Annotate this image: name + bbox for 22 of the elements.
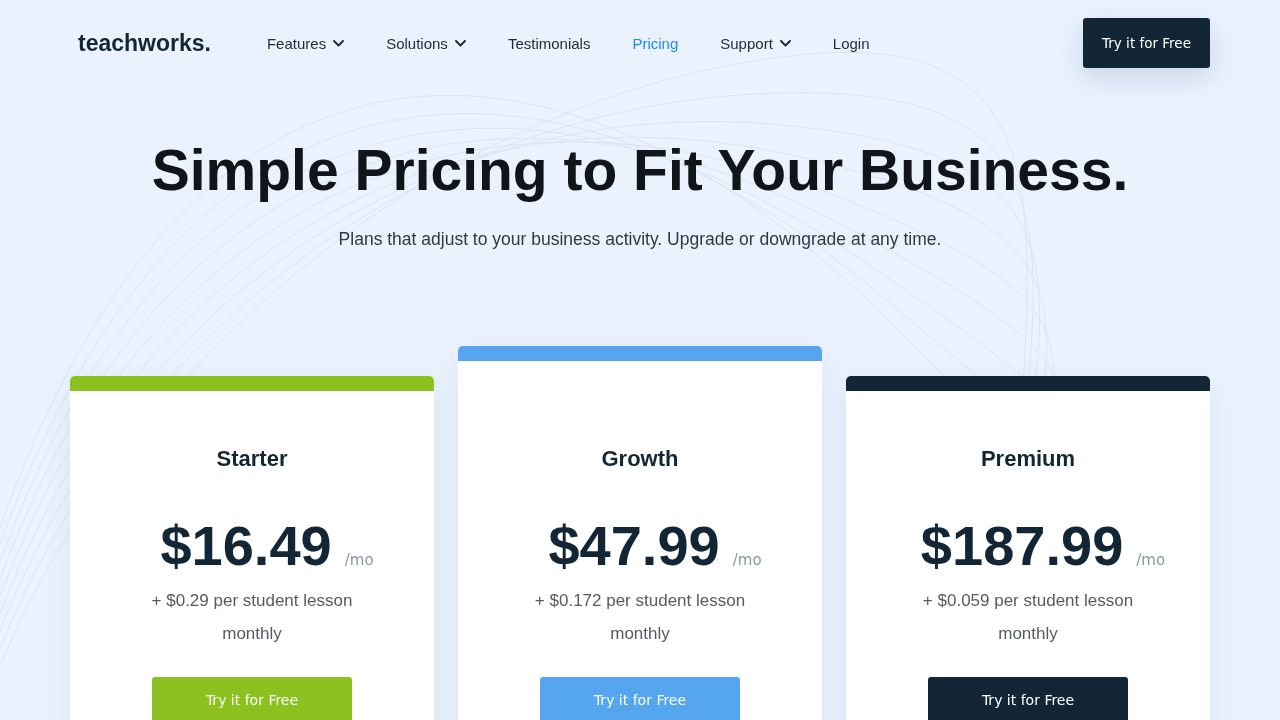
nav-link[interactable]: Solutions: [386, 34, 466, 52]
nav-link[interactable]: Testimonials: [507, 34, 591, 52]
plan-note: + $0.059 per student lesson monthly: [921, 590, 1135, 645]
page-subtitle: Plans that adjust to your business activity. Upgrade or downgrade at any time.: [337, 228, 943, 251]
plan-price: $187.99: [920, 513, 1124, 579]
plan-price: $47.99: [548, 513, 720, 579]
plan-note: + $0.172 per student lesson monthly: [533, 590, 747, 645]
try-free-button[interactable]: Try it for Free: [928, 677, 1128, 720]
plan-price: $16.49: [160, 513, 332, 579]
brand-logo[interactable]: teachworks.: [78, 29, 211, 57]
price-period: /mo: [344, 551, 374, 569]
page-heading: Simple Pricing to Fit Your Business.: [150, 137, 1130, 204]
nav-link[interactable]: Features: [266, 34, 345, 52]
plan-name: Premium: [980, 445, 1076, 473]
plan-name: Growth: [601, 445, 679, 473]
price-period: /mo: [1136, 551, 1166, 569]
nav-link[interactable]: Support: [720, 34, 791, 52]
price-period: /mo: [732, 551, 762, 569]
plan-note: + $0.29 per student lesson monthly: [150, 590, 354, 645]
plan-name: Starter: [216, 445, 288, 473]
try-free-button[interactable]: Try it for Free: [1083, 18, 1210, 68]
nav-link[interactable]: Login: [832, 34, 870, 52]
